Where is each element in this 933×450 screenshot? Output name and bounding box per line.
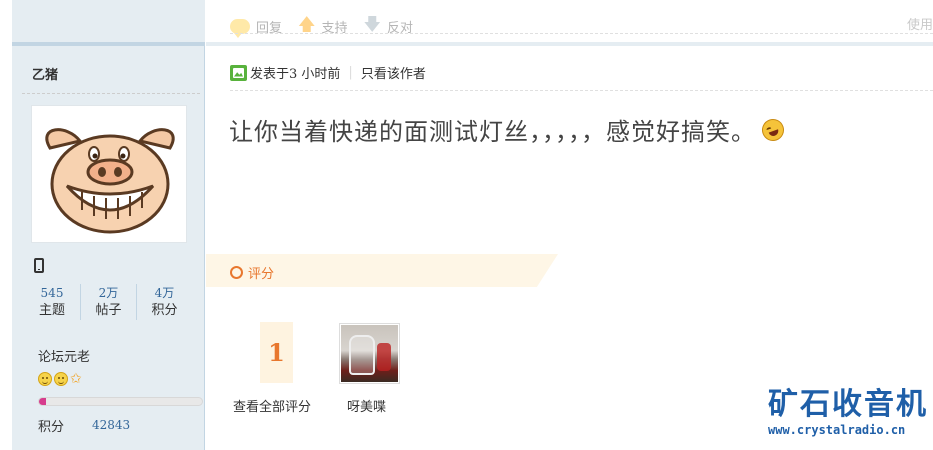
posted-label: 发表于 [250,67,290,82]
post-content: 让你当着快递的面测试灯丝，，，，，感觉好搞笑。 [229,112,788,147]
thumb-up-arrow-icon: 🡅 [298,15,316,35]
view-all-ratings-link[interactable]: 查看全部评分 [233,396,311,415]
rater-photo [341,325,398,382]
smiley-medal-icon [38,372,52,386]
divider [230,90,933,91]
divider [22,93,200,94]
progress-fill [39,398,46,405]
sidebar-top-bar [12,0,205,46]
use-button[interactable]: 使用 [907,14,933,33]
rater-name[interactable]: 呀美喋 [347,396,386,415]
only-author-link[interactable]: 只看该作者 [361,63,426,82]
stat-value: 2万 [98,286,119,300]
stat-label: 积分 [151,303,178,318]
stat-label: 帖子 [95,303,122,318]
watermark-url: www.crystalradio.cn [768,423,906,437]
avatar[interactable] [31,105,187,243]
post-text: 让你当着快递的面测试灯丝，，，，，感觉好搞笑。 [229,118,756,146]
divider [230,33,933,34]
meta-separator: | [348,65,353,80]
oppose-button[interactable]: 🡇 反对 [364,12,414,41]
post-meta: 发表于 3 小时前 | 只看该作者 [230,63,426,82]
reply-bubble-icon [230,19,250,38]
credit-row: 积分 42843 [38,416,130,435]
watermark-title: 矿石收音机 [768,387,928,422]
credit-value: 42843 [92,418,131,432]
support-button[interactable]: 🡅 支持 [298,12,348,41]
pig-avatar-image [32,106,186,242]
user-rank[interactable]: 论坛元老 [38,346,90,365]
rating-count[interactable]: 1 [260,322,293,383]
stat-credits[interactable]: 4万 积分 [136,284,192,320]
stat-value: 4万 [154,286,175,300]
laughing-emoji-icon [758,115,788,144]
mobile-icon [34,258,44,273]
site-watermark: 矿石收音机 www.crystalradio.cn [768,388,928,438]
rank-medals: ✩ [38,372,82,386]
rating-header: 评分 [230,263,274,282]
rater-avatar[interactable] [339,323,400,384]
stat-posts[interactable]: 2万 帖子 [80,284,136,320]
star-icon: ✩ [70,371,82,387]
author-stats: 545 主题 2万 帖子 4万 积分 [24,284,192,320]
rank-progress-bar [38,397,203,406]
circle-icon [230,266,243,279]
stat-label: 主题 [38,303,65,318]
author-name[interactable]: 乙猪 [32,64,58,83]
smiley-medal-icon [54,372,68,386]
author-sidebar: 乙猪 545 主题 2万 帖子 4万 积分 论坛元老 ✩ 积分 42843 [12,0,205,450]
post-actions-bar: 回复 🡅 支持 🡇 反对 使用 [206,0,933,46]
post-time: 3 小时前 [289,67,341,82]
stat-threads[interactable]: 545 主题 [24,284,80,320]
post-actions: 回复 🡅 支持 🡇 反对 [230,12,413,41]
post-image-icon [230,64,247,81]
stat-value: 545 [40,286,64,300]
rating-label: 评分 [248,267,275,282]
thumb-down-arrow-icon: 🡇 [363,15,381,35]
credit-label: 积分 [38,420,65,435]
